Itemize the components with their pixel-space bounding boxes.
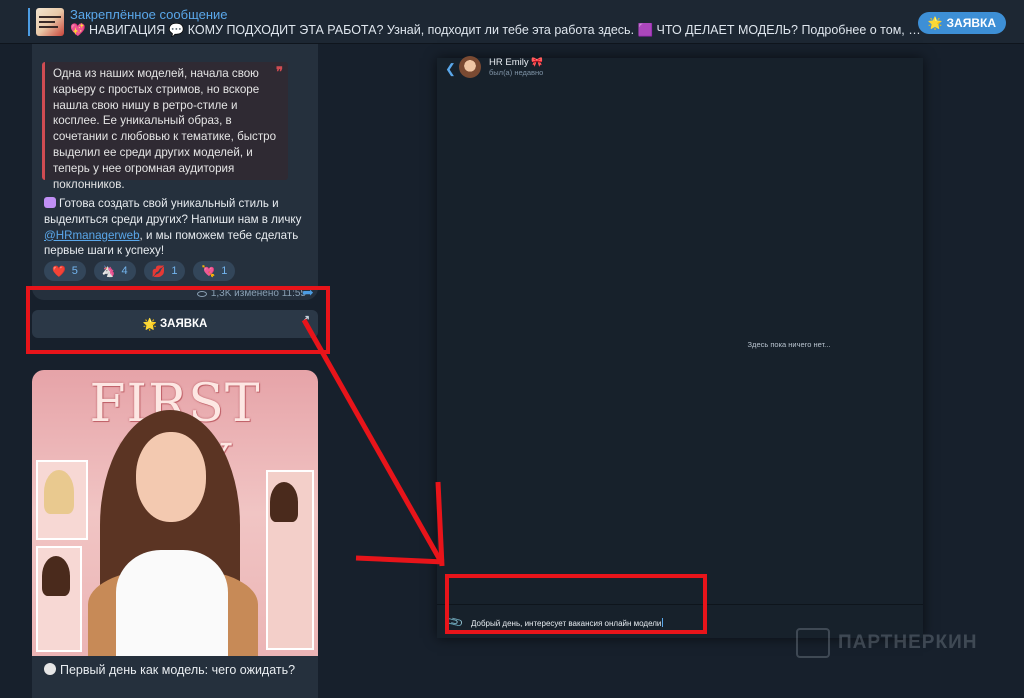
watermark: ПАРТНЕРКИН [796, 628, 977, 658]
watermark-logo-icon [796, 628, 830, 658]
annotation-arrow [301, 318, 445, 567]
watermark-text: ПАРТНЕРКИН [838, 632, 978, 653]
